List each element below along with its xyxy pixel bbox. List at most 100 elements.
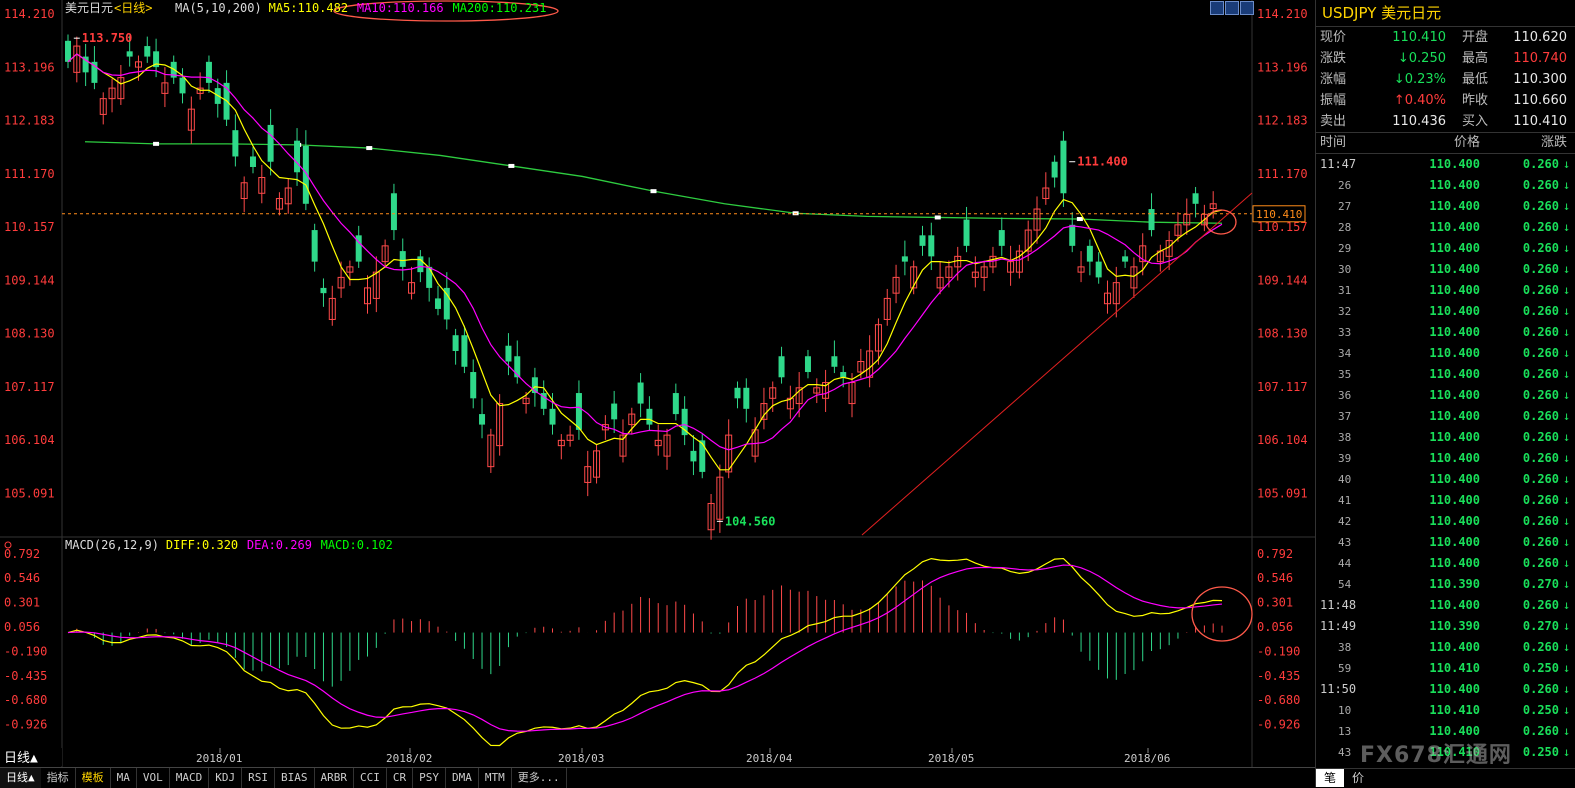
- indicator-tab[interactable]: DMA: [446, 768, 479, 788]
- dea-line: [67, 564, 1223, 732]
- tick-change: 0.260: [1522, 430, 1559, 444]
- macd-label-left: 0.056: [4, 620, 40, 634]
- macd-label-left: -0.435: [4, 669, 47, 683]
- indicator-tab[interactable]: CR: [387, 768, 414, 788]
- tick-change: 0.270: [1522, 619, 1559, 633]
- tick-row: 11:48 110.400 0.260 ↓: [1316, 595, 1575, 616]
- indicator-tab[interactable]: MTM: [479, 768, 512, 788]
- indicator-tab[interactable]: VOL: [137, 768, 170, 788]
- quote-cell: 买入: [1462, 114, 1489, 129]
- price-label-left: 111.170: [4, 167, 55, 181]
- tick-row: 38 110.400 0.260 ↓: [1316, 427, 1575, 448]
- main-legend: 美元日元 <日线> MA(5,10,200) MA5:110.482 MA10:110.…: [65, 1, 546, 15]
- legend-ma5: MA5:110.482: [269, 1, 348, 15]
- tick-time: 35: [1338, 368, 1352, 381]
- indicator-tab[interactable]: CCI: [354, 768, 387, 788]
- date-label: 2018/01: [196, 752, 242, 765]
- quote-cell: ↓0.250: [1397, 51, 1446, 66]
- tick-time: 34: [1338, 347, 1352, 360]
- tick-price: 110.400: [1429, 556, 1480, 570]
- price-axis: 114.210 114.210 113.196 113.196 112.183 112.1…: [4, 7, 1308, 500]
- tick-change: 0.260: [1522, 514, 1559, 528]
- macd-label-right: -0.435: [1257, 669, 1300, 683]
- tick-price: 110.400: [1429, 346, 1480, 360]
- indicator-tab[interactable]: BIAS: [275, 768, 315, 788]
- tick-row: 31 110.400 0.260 ↓: [1316, 280, 1575, 301]
- ma200-polyline: [84, 141, 1223, 224]
- candle-body: [320, 287, 327, 294]
- macd-label-right: 0.792: [1257, 547, 1293, 561]
- tick-row: 10 110.410 0.250 ↓: [1316, 700, 1575, 721]
- candlesticks: [65, 34, 1217, 540]
- watermark-logo: FX678汇通网: [1360, 743, 1512, 768]
- diff-line: [67, 557, 1223, 747]
- period-button[interactable]: 日线▲: [0, 768, 41, 788]
- tick-change: 0.260: [1522, 682, 1559, 696]
- next-button[interactable]: [1240, 1, 1254, 15]
- quote-row: 卖出 110.436 买入 110.410: [1316, 111, 1575, 132]
- zoom-in-button[interactable]: [1210, 1, 1224, 15]
- candle-body: [417, 256, 424, 273]
- indicator-tab[interactable]: PSY: [413, 768, 446, 788]
- indicator-tab[interactable]: 指标: [41, 768, 76, 788]
- down-arrow-icon: ↓: [1563, 535, 1571, 549]
- quote-cell: ↑0.40%: [1393, 93, 1446, 108]
- tick-time: 44: [1338, 557, 1352, 570]
- indicator-tab[interactable]: 更多...: [512, 768, 567, 788]
- tick-row: 28 110.400 0.260 ↓: [1316, 217, 1575, 238]
- tick-row: 37 110.400 0.260 ↓: [1316, 406, 1575, 427]
- quote-row: 涨跌 ↓0.250 最高 110.740: [1316, 48, 1575, 69]
- down-arrow-icon: ↓: [1563, 640, 1571, 654]
- candle-body: [1192, 193, 1199, 204]
- ma200-marker: [366, 146, 373, 151]
- tick-price: 110.390: [1429, 577, 1480, 591]
- indicator-name: MA(5,10,200): [175, 1, 262, 15]
- indicator-tab[interactable]: RSI: [242, 768, 275, 788]
- zoom-out-button[interactable]: [1225, 1, 1239, 15]
- tick-row: 11:49 110.390 0.270 ↓: [1316, 616, 1575, 637]
- tick-time: 26: [1338, 179, 1352, 192]
- tick-change: 0.260: [1522, 493, 1559, 507]
- tick-price: 110.400: [1429, 199, 1480, 213]
- indicator-tab[interactable]: KDJ: [209, 768, 243, 788]
- tick-change: 0.260: [1522, 304, 1559, 318]
- tick-time: 43: [1338, 536, 1352, 549]
- tick-price: 110.400: [1429, 409, 1480, 423]
- tick-price: 110.400: [1429, 325, 1480, 339]
- candle-body: [646, 408, 653, 425]
- tick-row: 33 110.400 0.260 ↓: [1316, 322, 1575, 343]
- usdjpy-daily-chart[interactable]: 114.210 114.210 113.196 113.196 112.183 112.1…: [0, 0, 1315, 787]
- tick-table[interactable]: 11:47 110.400 0.260 ↓ 26 110.400 0.260 ↓ 27 110.4…: [1316, 154, 1575, 763]
- tick-price: 110.400: [1429, 640, 1480, 654]
- down-arrow-icon: ↓: [1563, 367, 1571, 381]
- indicator-tab[interactable]: MACD: [170, 768, 210, 788]
- down-arrow-icon: ↓: [1563, 493, 1571, 507]
- candle-body: [1086, 245, 1093, 262]
- panel-footer: 笔 价: [1316, 768, 1575, 787]
- candle-body: [637, 382, 644, 404]
- tick-change: 0.260: [1522, 178, 1559, 192]
- indicator-tab[interactable]: ARBR: [315, 768, 354, 788]
- indicator-tab[interactable]: 模板: [76, 768, 111, 788]
- down-arrow-icon: ↓: [1563, 514, 1571, 528]
- down-arrow-icon: ↓: [1563, 262, 1571, 276]
- candle-body: [65, 40, 71, 62]
- col-time: 时间: [1320, 135, 1347, 150]
- candle-body: [998, 230, 1005, 246]
- tick-price: 110.410: [1429, 661, 1480, 675]
- indicator-toolbar: 日线▲ 指标 模板 MA VOL MACD KDJ RSI BIAS ARBR CCI CR PSY D…: [0, 767, 1315, 788]
- candle-body: [611, 403, 618, 420]
- macd-highlight: [1191, 586, 1253, 642]
- quote-cell: 110.410: [1392, 30, 1446, 45]
- indicator-tab[interactable]: MA: [111, 768, 137, 788]
- candle-body: [505, 345, 512, 362]
- footer-tab-ticks[interactable]: 笔: [1316, 769, 1345, 787]
- tick-change: 0.260: [1522, 640, 1559, 654]
- down-arrow-icon: ↓: [1563, 346, 1571, 360]
- tick-row: 32 110.400 0.260 ↓: [1316, 301, 1575, 322]
- candle-body: [734, 387, 741, 399]
- tick-price: 110.390: [1429, 619, 1480, 633]
- footer-tab-price[interactable]: 价: [1344, 769, 1372, 787]
- macd-label-left: -0.926: [4, 718, 47, 732]
- candle-body: [901, 256, 908, 262]
